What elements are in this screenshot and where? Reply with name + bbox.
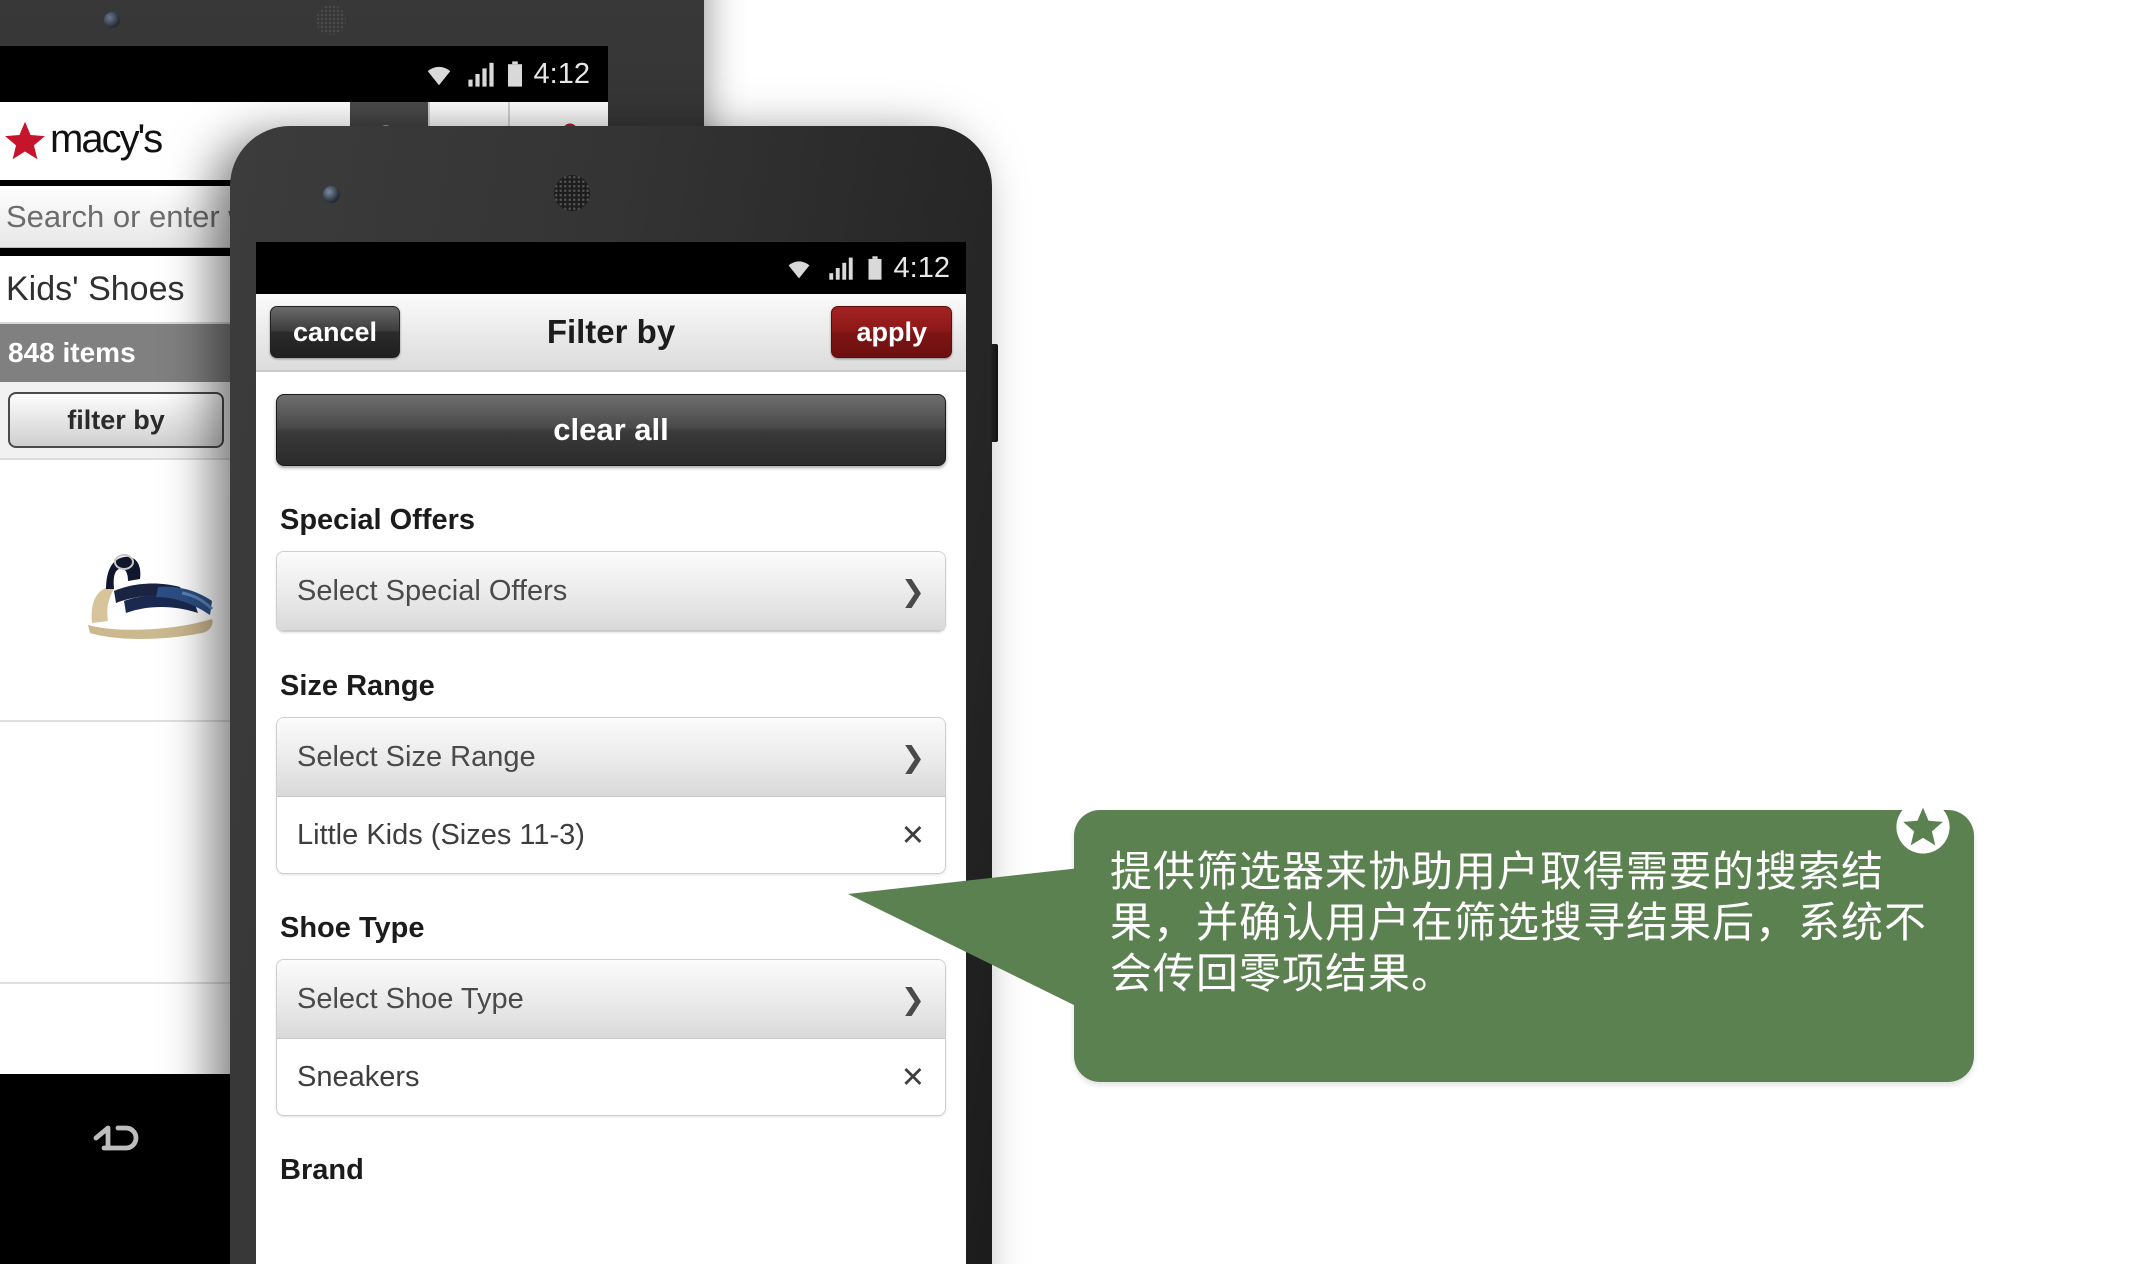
filter-group-size-range: Select Size Range ❯ Little Kids (Sizes 1…: [276, 717, 946, 874]
front-camera-icon: [104, 12, 120, 28]
wifi-icon: [788, 261, 809, 279]
filter-group-special-offers: Select Special Offers ❯: [276, 551, 946, 632]
item-count-label: 848 items: [8, 337, 136, 368]
search-placeholder: Search or enter w: [6, 199, 251, 234]
front-phone-screen: 4:12 cancel Filter by apply clear all Sp…: [256, 242, 966, 1264]
callout-text: 提供筛选器来协助用户取得需要的搜索结果，并确认用户在筛选搜寻结果后，系统不会传回…: [1110, 847, 1928, 999]
select-special-offers-row[interactable]: Select Special Offers ❯: [277, 552, 945, 631]
section-title-size-range: Size Range: [280, 670, 435, 702]
selected-filter-chip: Sneakers ✕: [277, 1039, 945, 1115]
battery-icon: [868, 256, 882, 280]
wifi-icon: [427, 66, 450, 86]
select-shoe-type-label: Select Shoe Type: [297, 982, 524, 1015]
back-status-bar: 4:12: [0, 46, 608, 102]
remove-filter-close-icon[interactable]: ✕: [901, 1060, 925, 1095]
back-status-time: 4:12: [533, 57, 590, 90]
battery-icon: [507, 61, 522, 87]
select-size-range-row[interactable]: Select Size Range ❯: [277, 718, 945, 797]
android-nav-bar: [0, 1074, 230, 1264]
earpiece-speaker-icon: [554, 175, 590, 211]
earpiece-speaker-icon: [316, 5, 346, 35]
power-button[interactable]: [988, 344, 998, 442]
select-size-range-label: Select Size Range: [297, 740, 536, 773]
section-title-shoe-type: Shoe Type: [280, 912, 425, 944]
front-status-bar: 4:12: [256, 242, 966, 294]
filter-group-shoe-type: Select Shoe Type ❯ Sneakers ✕: [276, 959, 946, 1116]
front-status-time: 4:12: [893, 251, 950, 284]
apply-button[interactable]: apply: [831, 306, 952, 358]
macys-star-icon: [5, 121, 45, 160]
selected-filter-chip: Little Kids (Sizes 11-3) ✕: [277, 797, 945, 873]
select-shoe-type-row[interactable]: Select Shoe Type ❯: [277, 960, 945, 1039]
callout-tail: [848, 868, 1080, 1008]
signal-icon: [828, 257, 853, 280]
clear-all-button[interactable]: clear all: [276, 394, 946, 466]
remove-filter-close-icon[interactable]: ✕: [901, 818, 925, 853]
cancel-button[interactable]: cancel: [270, 306, 401, 358]
front-phone-device: 4:12 cancel Filter by apply clear all Sp…: [230, 126, 998, 1264]
selected-shoe-type-label: Sneakers: [297, 1060, 420, 1093]
filter-body: clear all Special Offers Select Special …: [256, 372, 966, 1264]
chevron-right-icon: ❯: [900, 575, 925, 608]
filter-by-button[interactable]: filter by: [8, 392, 224, 448]
chevron-right-icon: ❯: [900, 741, 925, 774]
annotation-callout: 提供筛选器来协助用户取得需要的搜索结果，并确认用户在筛选搜寻结果后，系统不会传回…: [848, 800, 1974, 1082]
front-camera-icon: [323, 186, 340, 203]
select-special-offers-label: Select Special Offers: [297, 574, 568, 607]
selected-size-range-label: Little Kids (Sizes 11-3): [297, 818, 585, 851]
screenshot-stage: 4:12 macy's Search or enter w Kids' Shoe…: [0, 0, 2134, 1264]
macys-wordmark: macy's: [50, 116, 163, 161]
section-title-brand: Brand: [280, 1154, 364, 1186]
filter-top-bar: cancel Filter by apply: [256, 294, 966, 372]
product-image-wedge-sandal: [88, 554, 214, 639]
section-title-special-offers: Special Offers: [280, 504, 476, 536]
breadcrumb-label: Kids' Shoes: [6, 269, 185, 308]
back-arrow-icon[interactable]: [78, 1118, 142, 1158]
signal-icon: [467, 62, 494, 87]
